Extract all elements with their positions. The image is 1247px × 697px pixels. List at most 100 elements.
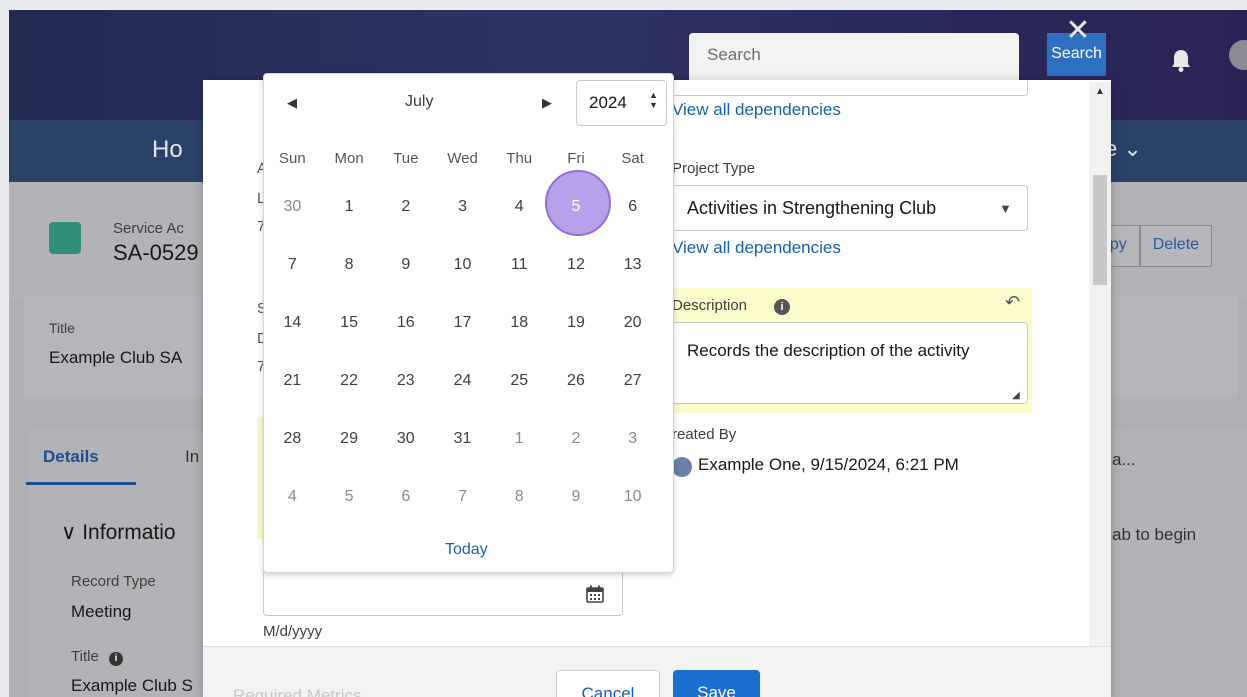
created-by-value: Example One, 9/15/2024, 6:21 PM	[698, 455, 959, 474]
delete-button[interactable]: Delete	[1139, 225, 1213, 267]
description-textarea[interactable]: Records the description of the activity	[672, 322, 1028, 404]
save-button[interactable]: Save	[673, 670, 760, 697]
title-field-label: Title i	[71, 648, 123, 666]
calendar-day[interactable]: 22	[321, 372, 378, 390]
bell-icon[interactable]	[1170, 48, 1192, 72]
record-name: SA-0529	[113, 240, 199, 265]
tab-details[interactable]: Details	[43, 447, 99, 467]
undo-icon[interactable]: ↶	[1005, 292, 1020, 313]
modal-scrollbar-thumb[interactable]	[1093, 175, 1107, 285]
calendar-day[interactable]: 10	[604, 488, 661, 506]
calendar-day[interactable]: 8	[321, 256, 378, 274]
cancel-button[interactable]: Cancel	[556, 670, 660, 697]
calendar-day[interactable]: 23	[377, 372, 434, 390]
weekday-label: Wed	[447, 149, 478, 167]
calendar-day[interactable]: 9	[548, 488, 605, 506]
created-by-avatar	[672, 457, 692, 477]
next-month-icon[interactable]: ▶	[542, 95, 552, 111]
description-info-icon[interactable]: i	[774, 299, 790, 315]
calendar-day[interactable]: 30	[377, 430, 434, 448]
calendar-day[interactable]: 7	[264, 256, 321, 274]
calendar-day[interactable]: 25	[491, 372, 548, 390]
calendar-week-row: 14 15 16 17 18 19 20	[264, 294, 661, 352]
calendar-day[interactable]: 20	[604, 314, 661, 332]
calendar-day[interactable]: 21	[264, 372, 321, 390]
record-type-value: Meeting	[71, 602, 132, 621]
calendar-week-row: 30 1 2 3 4 5 6	[264, 178, 661, 236]
calendar-day[interactable]: 18	[491, 314, 548, 332]
tab-details-underline	[26, 482, 136, 485]
close-icon[interactable]: ✕	[1064, 16, 1092, 46]
title-field-value: Example Club S	[71, 676, 193, 695]
weekday-label: Thu	[506, 149, 533, 167]
calendar-day[interactable]: 31	[434, 430, 491, 448]
calendar-day[interactable]: 1	[491, 430, 548, 448]
calendar-day[interactable]: 2	[548, 430, 605, 448]
calendar-day[interactable]: 7	[434, 488, 491, 506]
modal-scrollbar[interactable]	[1089, 82, 1111, 662]
calendar-week-row: 4 5 6 7 8 9 10	[264, 468, 661, 526]
calendar-day[interactable]: 15	[321, 314, 378, 332]
calendar-day[interactable]: 3	[604, 430, 661, 448]
description-label: Description	[672, 297, 748, 314]
calendar-day[interactable]: 4	[491, 198, 548, 216]
calendar-day[interactable]: 8	[491, 488, 548, 506]
service-activity-icon	[49, 222, 81, 254]
weekday-label: Sun	[279, 149, 306, 167]
info-icon[interactable]: i	[108, 652, 123, 666]
calendar-icon[interactable]	[586, 585, 604, 603]
top-field-input[interactable]	[672, 80, 1028, 96]
calendar-day[interactable]: 27	[604, 372, 661, 390]
scroll-up-arrow-icon[interactable]: ▲	[1095, 86, 1105, 97]
calendar-day[interactable]: 17	[434, 314, 491, 332]
calendar-week-row: 7 8 9 10 11 12 13	[264, 236, 661, 294]
calendar-day[interactable]: 29	[321, 430, 378, 448]
view-all-dependencies-link[interactable]: View all dependencies	[672, 100, 841, 120]
nav-home-tab[interactable]: Ho	[152, 136, 183, 164]
calendar-day[interactable]: 28	[264, 430, 321, 448]
created-by-label: reated By	[672, 426, 737, 443]
tab-other[interactable]: In	[185, 447, 199, 467]
calendar-day[interactable]: 12	[548, 256, 605, 274]
calendar-day[interactable]: 4	[264, 488, 321, 506]
information-section-toggle[interactable]: ∨ Informatio	[61, 520, 176, 545]
today-button[interactable]: Today	[445, 541, 488, 559]
calendar-day[interactable]: 1	[321, 198, 378, 216]
weekday-header-row: Sun Mon Tue Wed Thu Fri Sat	[264, 138, 661, 178]
calendar-day[interactable]: 14	[264, 314, 321, 332]
calendar-day[interactable]: 2	[377, 198, 434, 216]
calendar-day[interactable]: 24	[434, 372, 491, 390]
global-search-input[interactable]: Search	[689, 33, 1019, 85]
calendar-day[interactable]: 26	[548, 372, 605, 390]
date-format-hint: M/d/yyyy	[263, 623, 323, 640]
calendar-day[interactable]: 10	[434, 256, 491, 274]
calendar-week-row: 21 22 23 24 25 26 27	[264, 352, 661, 410]
chevron-down-icon: ∨	[61, 521, 83, 544]
previous-month-icon[interactable]: ◀	[287, 95, 297, 111]
view-all-dependencies-link-2[interactable]: View all dependencies	[672, 238, 841, 258]
weekday-label: Fri	[567, 149, 585, 167]
calendar-day[interactable]: 19	[548, 314, 605, 332]
calendar-day[interactable]: 13	[604, 256, 661, 274]
title-label-text: Title	[71, 648, 99, 665]
calendar-day[interactable]: 30	[264, 198, 321, 216]
calendar-day[interactable]: 6	[377, 488, 434, 506]
calendar-day-selected[interactable]: 5	[548, 198, 605, 216]
weekday-label: Tue	[393, 149, 419, 167]
date-input[interactable]	[263, 570, 623, 616]
footer-section-ghost: Required Metrics	[233, 686, 362, 697]
resize-grip-icon[interactable]: ◢	[1012, 390, 1020, 401]
side-panel-hint: ab to begin	[1112, 525, 1197, 544]
project-type-value: Activities in Strengthening Club	[687, 198, 937, 218]
calendar-day[interactable]: 3	[434, 198, 491, 216]
highlight-title-label: Title	[49, 320, 75, 336]
calendar-day[interactable]: 11	[491, 256, 548, 274]
highlight-title-value: Example Club SA	[49, 348, 183, 367]
calendar-day[interactable]: 5	[321, 488, 378, 506]
calendar-day[interactable]: 16	[377, 314, 434, 332]
calendar-day[interactable]: 9	[377, 256, 434, 274]
calendar-week-row: 28 29 30 31 1 2 3	[264, 410, 661, 468]
year-spinner-icon[interactable]: ▲ ▼	[649, 90, 658, 110]
record-type-label: Record Type	[71, 573, 156, 590]
calendar-day[interactable]: 6	[604, 198, 661, 216]
